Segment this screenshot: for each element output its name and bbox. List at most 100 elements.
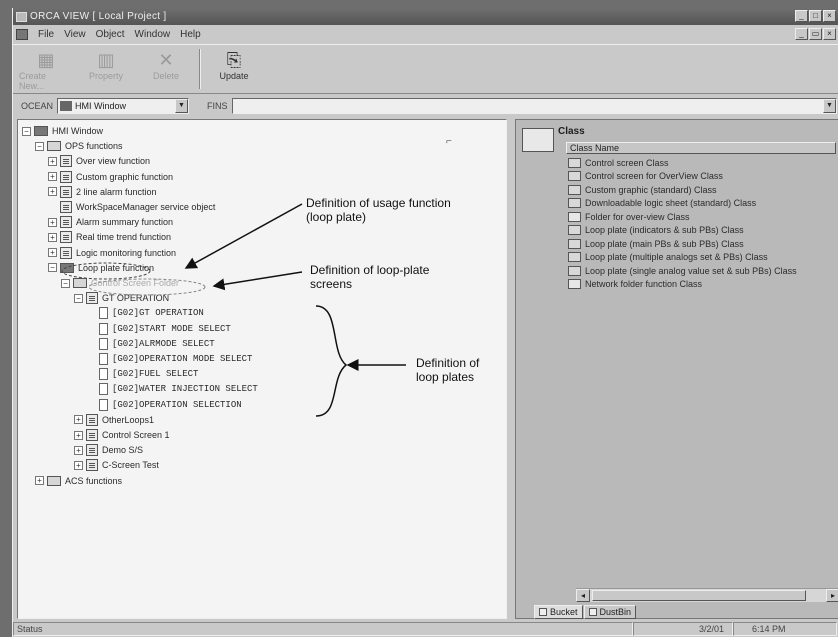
fins-input[interactable]: ▼	[231, 98, 837, 114]
menu-file[interactable]: File	[38, 29, 54, 40]
maximize-button[interactable]: □	[809, 10, 822, 22]
tree-node[interactable]: + Real time trend function	[48, 230, 171, 244]
class-list-item[interactable]: Downloadable logic sheet (standard) Clas…	[568, 197, 838, 211]
tree-node[interactable]: [G02]OPERATION SELECTION	[87, 398, 242, 412]
menu-view[interactable]: View	[64, 29, 86, 40]
expand-icon[interactable]: +	[35, 476, 44, 486]
tree-node[interactable]: + ACS functions	[35, 474, 122, 488]
status-date: 3/2/01	[633, 622, 733, 636]
class-list-item[interactable]: Loop plate (single analog value set & su…	[568, 264, 838, 278]
dustbin-icon	[588, 608, 597, 616]
expand-icon[interactable]: +	[48, 156, 57, 166]
delete-button[interactable]: ✕ Delete	[139, 49, 193, 89]
document-icon[interactable]	[16, 29, 28, 40]
collapse-icon[interactable]: −	[74, 293, 83, 303]
collapse-icon[interactable]: −	[61, 278, 70, 288]
chevron-down-icon[interactable]: ▼	[175, 99, 189, 113]
expand-icon[interactable]: +	[48, 217, 57, 227]
expand-icon[interactable]: +	[48, 248, 57, 258]
tab-dustbin[interactable]: DustBin	[583, 605, 637, 619]
class-icon	[568, 265, 581, 276]
chevron-down-icon[interactable]: ▼	[823, 99, 836, 113]
expand-icon[interactable]: +	[48, 172, 57, 182]
horizontal-scrollbar[interactable]: ◂ ▸	[576, 588, 838, 602]
tree-node[interactable]: − OPS functions	[35, 139, 123, 153]
class-list-item[interactable]: Network folder function Class	[568, 278, 838, 292]
class-list-item[interactable]: Loop plate (multiple analogs set & PBs) …	[568, 251, 838, 265]
scroll-left-button[interactable]: ◂	[576, 589, 590, 602]
menu-help[interactable]: Help	[180, 29, 201, 40]
loop-plate-icon	[99, 353, 108, 365]
class-list-item[interactable]: Loop plate (main PBs & sub PBs) Class	[568, 237, 838, 251]
doc-close-button[interactable]: ×	[823, 28, 836, 40]
expand-icon[interactable]: +	[74, 430, 83, 440]
tree-node[interactable]: − HMI Window	[22, 124, 103, 138]
loop-plate-icon	[99, 322, 108, 335]
update-button[interactable]: ⎘ Update	[207, 49, 261, 89]
tree-node-label: WorkSpaceManager service object	[76, 202, 216, 212]
class-list-item[interactable]: Control screen Class	[568, 156, 838, 170]
menu-object[interactable]: Object	[96, 29, 125, 40]
class-list-item[interactable]: Custom graphic (standard) Class	[568, 183, 838, 197]
tree-node[interactable]: + Over view function	[48, 154, 150, 168]
fins-label: FINS	[207, 101, 228, 111]
class-list-item[interactable]: Folder for over-view Class	[568, 210, 838, 224]
scroll-thumb[interactable]	[592, 590, 806, 601]
function-icon	[86, 413, 98, 426]
expand-icon[interactable]: +	[48, 187, 57, 197]
class-list-item[interactable]: Control screen for OverView Class	[568, 170, 838, 184]
usage-annotation: Definition of usage function (loop plate…	[304, 196, 453, 224]
ocean-select[interactable]: HMI Window ▼	[57, 98, 190, 114]
tree-node[interactable]: [G02]WATER INJECTION SELECT	[87, 382, 258, 396]
create-new-button[interactable]: ▦ Create New...	[19, 49, 73, 91]
tree-node[interactable]: − Control Screen Folder	[61, 276, 179, 290]
collapse-icon[interactable]: −	[22, 126, 31, 136]
tree-node[interactable]: + C-Screen Test	[74, 458, 159, 472]
function-icon	[60, 155, 72, 168]
tree-node[interactable]: [G02]ALRMODE SELECT	[87, 337, 215, 351]
scroll-right-button[interactable]: ▸	[826, 589, 838, 602]
tree-node[interactable]: [G02]START MODE SELECT	[87, 322, 231, 336]
class-list-item[interactable]: Loop plate (indicators & sub PBs) Class	[568, 224, 838, 238]
window-title: ORCA VIEW [ Local Project ]	[30, 11, 167, 22]
function-icon	[86, 459, 98, 472]
doc-restore-button[interactable]: ▭	[809, 28, 822, 40]
collapse-icon[interactable]: −	[35, 141, 44, 151]
tree-node[interactable]: [G02]FUEL SELECT	[87, 367, 198, 381]
doc-minimize-button[interactable]: _	[795, 28, 808, 40]
tree-node[interactable]: + Demo S/S	[74, 443, 143, 457]
collapse-icon[interactable]: −	[48, 263, 57, 273]
tree-node[interactable]: [G02]OPERATION MODE SELECT	[87, 352, 252, 366]
property-button[interactable]: ▥ Property	[79, 49, 133, 89]
tree-node[interactable]: + OtherLoops1	[74, 413, 154, 427]
minimize-button[interactable]: _	[795, 10, 808, 22]
close-button[interactable]: ×	[823, 10, 836, 22]
expand-icon[interactable]: +	[74, 460, 83, 470]
tree-node-label: 2 line alarm function	[76, 186, 157, 197]
expand-icon[interactable]: +	[74, 415, 83, 425]
expand-icon[interactable]: +	[74, 445, 83, 455]
window-controls: _ □ ×	[795, 10, 836, 22]
bucket-icon	[539, 608, 547, 616]
folder-icon	[47, 475, 61, 486]
tree-node[interactable]: + Custom graphic function	[48, 170, 173, 184]
tree-node[interactable]: + Control Screen 1	[74, 428, 170, 442]
class-pane: Class Class Name Control screen Class Con…	[515, 119, 838, 619]
tree-node-label: HMI Window	[52, 126, 104, 136]
tree-node[interactable]: + Alarm summary function	[48, 215, 173, 229]
tree-node[interactable]: +2 line alarm function	[48, 185, 157, 199]
main-window: ORCA VIEW [ Local Project ] _ □ × File V…	[12, 8, 838, 637]
tree-node[interactable]: − Loop plate function	[48, 261, 154, 275]
class-name-column-header[interactable]: Class Name	[566, 142, 836, 154]
status-bar: Status 3/2/01 6:14 PM	[13, 621, 838, 637]
tree-node-label: [G02]FUEL SELECT	[112, 369, 199, 380]
class-list-item-label: Folder for over-view Class	[585, 211, 690, 222]
tab-bucket[interactable]: Bucket	[534, 605, 583, 619]
tree-node[interactable]: WorkSpaceManager service object	[48, 200, 215, 214]
expand-icon[interactable]: +	[48, 232, 57, 242]
tree-node[interactable]: [G02]GT OPERATION	[87, 306, 204, 320]
tree-node[interactable]: + Logic monitoring function	[48, 246, 176, 260]
menu-window[interactable]: Window	[135, 29, 171, 40]
tree-node[interactable]: − GT OPERATION	[74, 291, 169, 305]
